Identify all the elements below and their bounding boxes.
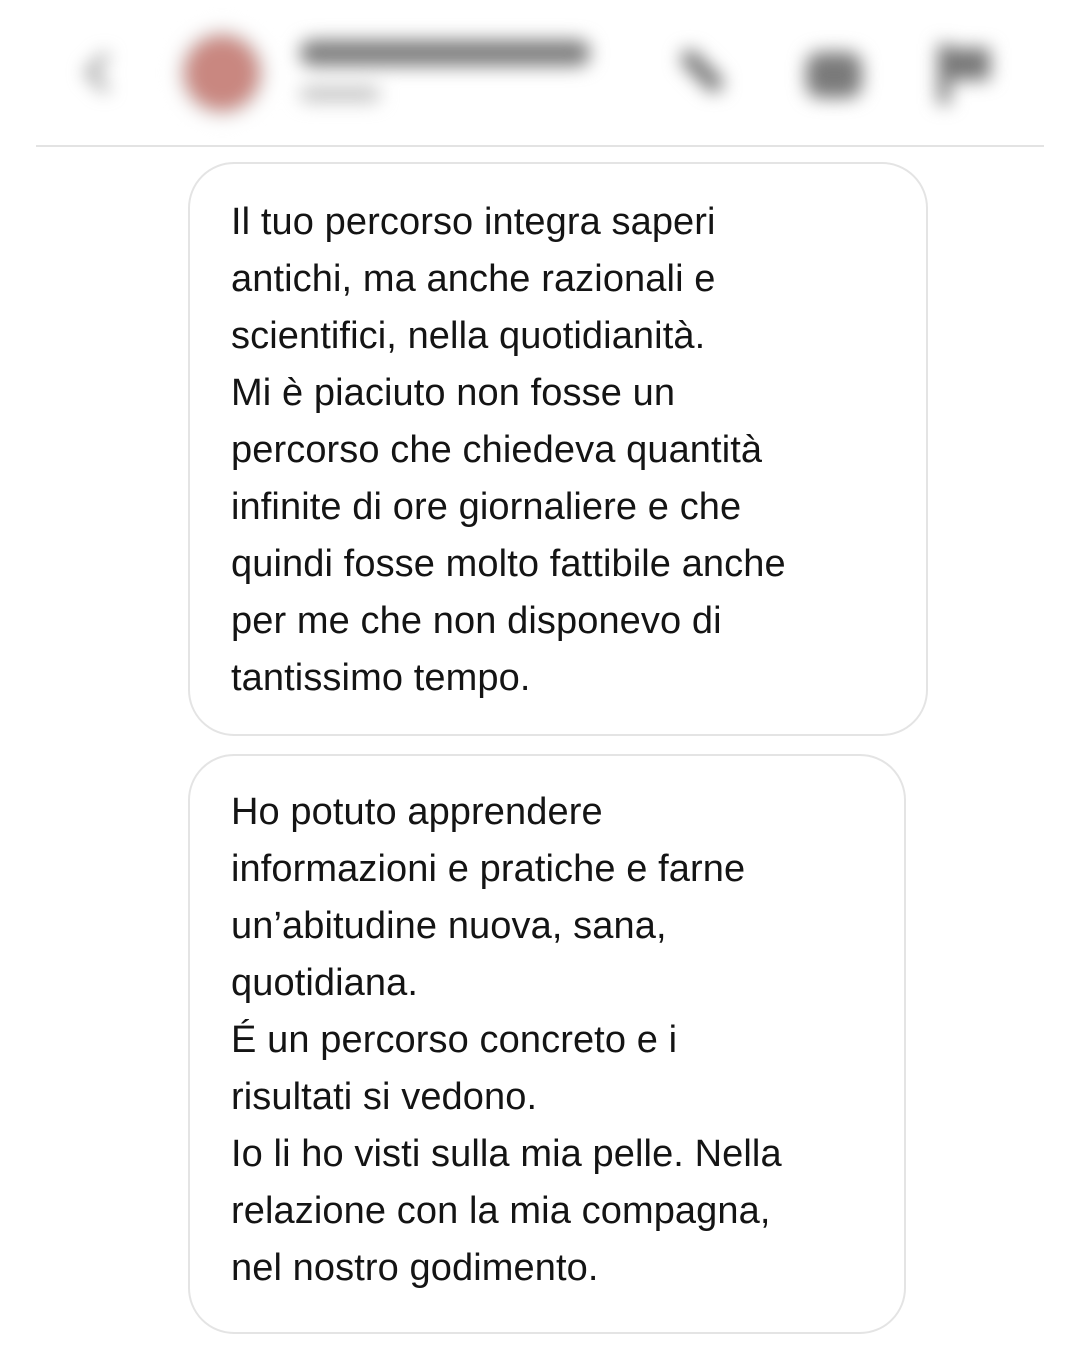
video-camera-icon[interactable] (800, 40, 870, 108)
blurred-header-content (0, 0, 1080, 146)
chat-header (0, 0, 1080, 147)
flag-icon[interactable] (934, 44, 998, 106)
header-divider (36, 145, 1044, 147)
phone-icon[interactable] (662, 40, 732, 110)
chevron-left-icon[interactable] (78, 48, 118, 98)
message-bubble[interactable]: Il tuo percorso integra saperi antichi, … (188, 162, 928, 736)
message-text: Il tuo percorso integra saperi antichi, … (231, 201, 786, 699)
avatar[interactable] (185, 36, 259, 110)
contact-name-redacted[interactable] (300, 40, 590, 66)
message-text: Ho potuto apprendere informazioni e prat… (231, 791, 782, 1289)
contact-status-redacted (300, 86, 380, 102)
message-bubble[interactable]: Ho potuto apprendere informazioni e prat… (188, 754, 906, 1334)
